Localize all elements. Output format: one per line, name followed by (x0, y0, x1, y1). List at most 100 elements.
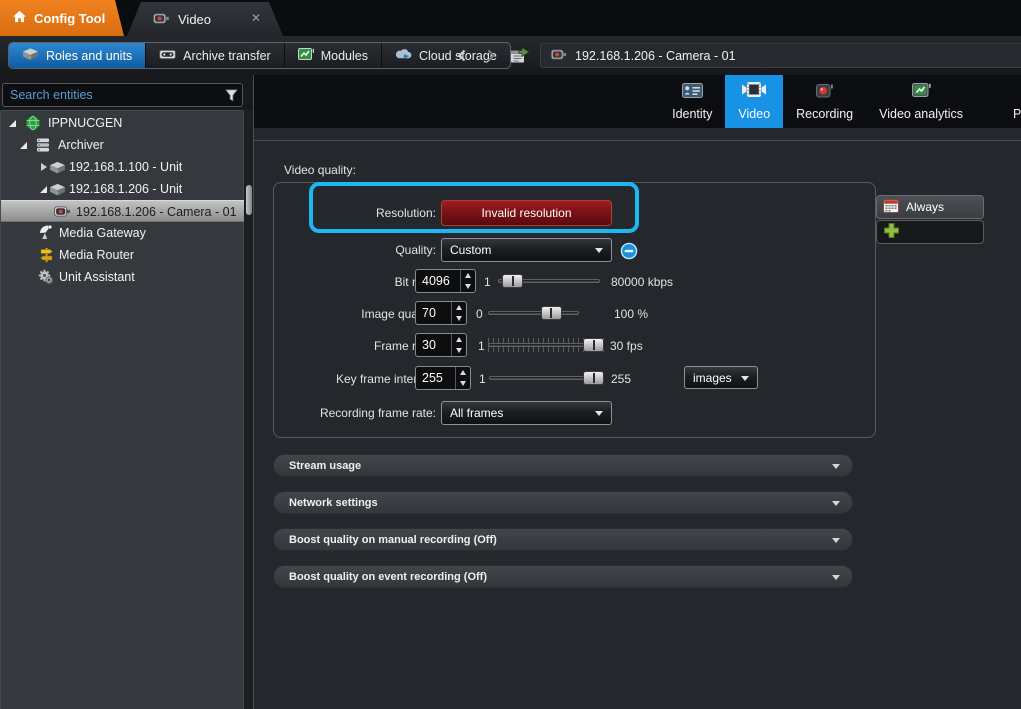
expand-closed-icon[interactable] (41, 163, 47, 171)
breadcrumb[interactable]: 192.168.1.206 - Camera - 01 (540, 43, 1021, 68)
key-frame-max-label: 255 (611, 372, 631, 386)
chevron-down-icon (595, 248, 603, 253)
modules-label: Modules (321, 49, 368, 63)
modules-button[interactable]: Modules (285, 43, 382, 68)
section-boost-manual-recording[interactable]: Boost quality on manual recording (Off) (273, 528, 853, 551)
slider-handle[interactable] (502, 274, 523, 288)
tab-recording[interactable]: Recording (783, 75, 866, 128)
frame-rate-input[interactable] (416, 334, 451, 356)
key-frame-spinner (415, 366, 471, 390)
image-quality-slider (488, 301, 579, 325)
quality-dropdown[interactable]: Custom (441, 238, 612, 262)
image-quality-label: Image quality: (254, 307, 436, 321)
section-network-settings[interactable]: Network settings (273, 491, 853, 514)
spin-down-icon[interactable] (452, 345, 466, 356)
video-task-tab[interactable]: Video ✕ (127, 2, 283, 36)
slider-track[interactable] (488, 311, 579, 315)
recording-frame-rate-label: Recording frame rate: (254, 406, 436, 420)
slider-handle[interactable] (583, 338, 604, 352)
tree-item-label: 192.168.1.100 - Unit (69, 160, 182, 174)
camera-icon (153, 12, 170, 27)
bit-rate-input[interactable] (416, 270, 460, 292)
gears-icon (38, 269, 54, 288)
expand-open-icon[interactable] (9, 120, 16, 127)
tree-scrollbar-thumb[interactable] (246, 185, 252, 215)
tab-identity[interactable]: Identity (659, 75, 725, 128)
image-quality-input[interactable] (416, 302, 451, 324)
unit-box-icon (49, 183, 66, 199)
camera-tab-strip: Identity Video Recording Video analytics (254, 75, 1021, 128)
tree-item-label: Media Router (59, 248, 134, 262)
filter-funnel-icon[interactable] (220, 89, 242, 102)
tab-partial-clipped[interactable]: P (1013, 107, 1021, 121)
record-dot-icon (816, 82, 833, 101)
satellite-dish-icon (38, 224, 54, 244)
home-icon (12, 10, 27, 26)
tree-item-system[interactable]: IPPNUCGEN (2, 112, 243, 134)
expand-open-icon[interactable] (20, 142, 27, 149)
globe-icon (25, 115, 41, 134)
archive-transfer-label: Archive transfer (183, 49, 271, 63)
close-icon[interactable]: ✕ (251, 11, 261, 25)
spinner-arrows (451, 334, 466, 356)
spin-up-icon[interactable] (452, 334, 466, 345)
spin-down-icon[interactable] (461, 281, 475, 292)
spin-up-icon[interactable] (452, 302, 466, 313)
search-input[interactable] (3, 88, 220, 102)
spin-up-icon[interactable] (456, 367, 470, 378)
tree-item-label: Media Gateway (59, 226, 146, 240)
image-quality-max-label: 100 % (614, 307, 648, 321)
move-unit-icon[interactable] (508, 46, 532, 64)
tree-item-unit-100[interactable]: 192.168.1.100 - Unit (2, 156, 243, 178)
back-button[interactable] (452, 46, 472, 64)
section-boost-manual-label: Boost quality on manual recording (Off) (289, 534, 497, 546)
tab-video-analytics-label: Video analytics (879, 107, 963, 121)
title-bar: Config Tool Video ✕ (0, 0, 1021, 36)
chart-icon (298, 48, 314, 64)
spin-up-icon[interactable] (461, 270, 475, 281)
tab-separator-line (254, 140, 1021, 141)
tree-item-media-gateway[interactable]: Media Gateway (2, 222, 243, 244)
config-tool-home-tab[interactable]: Config Tool (0, 0, 124, 36)
tree-item-unit-206[interactable]: 192.168.1.206 - Unit (2, 178, 243, 200)
archive-transfer-button[interactable]: Archive transfer (146, 43, 285, 68)
spin-down-icon[interactable] (456, 378, 470, 389)
tab-video-analytics[interactable]: Video analytics (866, 75, 976, 128)
tree-item-media-router[interactable]: Media Router (2, 244, 243, 266)
tree-item-unit-assistant[interactable]: Unit Assistant (2, 266, 243, 288)
add-schedule-button[interactable] (876, 220, 984, 244)
chevron-down-icon (832, 464, 840, 469)
key-frame-input[interactable] (416, 367, 455, 389)
tree-item-label: 192.168.1.206 - Unit (69, 182, 182, 196)
section-boost-event-recording[interactable]: Boost quality on event recording (Off) (273, 565, 853, 588)
expand-open-icon[interactable] (40, 186, 47, 193)
schedule-always-item[interactable]: Always (876, 195, 984, 219)
spin-down-icon[interactable] (452, 313, 466, 324)
section-stream-usage[interactable]: Stream usage (273, 454, 853, 477)
tree-item-camera-selected[interactable]: 192.168.1.206 - Camera - 01 (1, 200, 244, 222)
roles-and-units-button[interactable]: Roles and units (9, 43, 146, 68)
bit-rate-spinner (415, 269, 476, 293)
entity-tree: IPPNUCGEN Archiver 192.168.1.100 - Unit (0, 110, 244, 709)
frame-rate-spinner (415, 333, 467, 357)
tab-video-label: Video (738, 107, 770, 121)
tree-item-archiver[interactable]: Archiver (2, 134, 243, 156)
tab-video-selected[interactable]: Video (725, 75, 783, 128)
forward-button[interactable] (481, 46, 501, 64)
key-frame-interval-label: Key frame interval: (254, 372, 436, 386)
key-frame-min-label: 1 (479, 372, 486, 386)
revert-minus-icon[interactable] (620, 242, 638, 263)
quality-label: Quality: (254, 243, 436, 257)
bit-rate-max-label: 80000 kbps (611, 275, 673, 289)
recording-frame-rate-dropdown[interactable]: All frames (441, 401, 612, 425)
search-box (2, 83, 243, 107)
resolution-invalid-button[interactable]: Invalid resolution (441, 200, 612, 226)
signpost-icon (39, 247, 54, 266)
key-frame-unit-dropdown[interactable]: images (684, 366, 758, 389)
tab-recording-label: Recording (796, 107, 853, 121)
slider-handle[interactable] (541, 306, 562, 320)
frame-rate-slider (488, 333, 604, 357)
tree-scrollbar[interactable] (245, 110, 253, 709)
video-quality-section-title: Video quality: (284, 163, 356, 177)
slider-handle[interactable] (583, 371, 604, 385)
